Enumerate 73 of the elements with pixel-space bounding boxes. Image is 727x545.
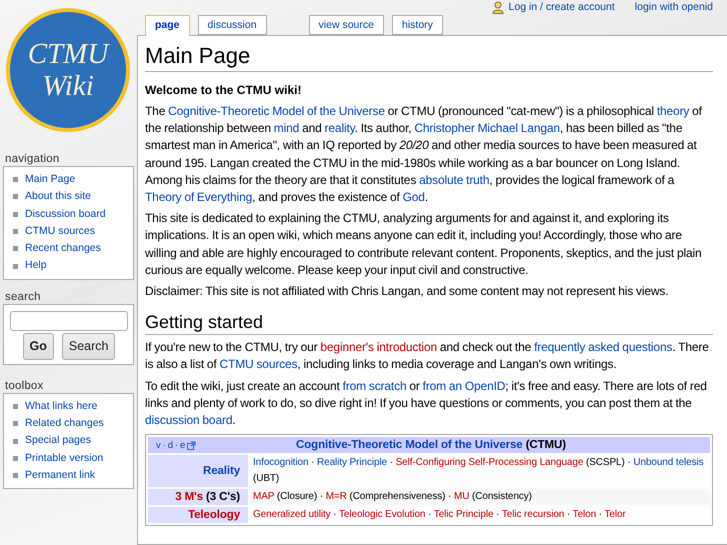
- link[interactable]: M=R: [326, 491, 347, 502]
- link[interactable]: from an OpenID: [422, 378, 506, 393]
- link[interactable]: MU: [454, 491, 470, 502]
- link[interactable]: Infocognition: [253, 457, 308, 468]
- welcome-text: Welcome to the CTMU wiki!: [145, 82, 302, 99]
- section-heading: Getting started: [145, 310, 713, 336]
- sidebar-link[interactable]: About this site: [13, 188, 133, 206]
- sidebar-link[interactable]: Recent changes: [13, 240, 133, 258]
- link[interactable]: reality: [324, 121, 355, 136]
- navbox-title: Cognitive-Theoretic Model of the Universe (CTMU): [295, 439, 567, 452]
- portlet-heading: navigation: [4, 152, 60, 166]
- link[interactable]: Telic recursion: [502, 509, 564, 520]
- link[interactable]: absolute truth: [419, 172, 490, 187]
- link[interactable]: beginner's introduction: [320, 340, 437, 354]
- go-button[interactable]: Go: [22, 332, 54, 360]
- link[interactable]: Generalized utility: [253, 509, 331, 520]
- portlet-heading: search: [4, 290, 42, 304]
- paragraph: To edit the wiki, just create an account from scratch or from an OpenID; it's free and easy. There are lots of red links and plenty of work to do, so dive right in! If you have questions or comments, you can post them at the discussion board.: [145, 378, 708, 430]
- link[interactable]: Reality Principle: [317, 457, 388, 468]
- paragraph: Disclaimer: This site is not affiliated with Chris Langan, and some content may not represent his views.: [145, 283, 670, 300]
- sidebar-link[interactable]: CTMU sources: [13, 222, 133, 240]
- sidebar-link[interactable]: Permanent link: [13, 466, 133, 484]
- link[interactable]: frequently asked questions: [534, 340, 672, 354]
- personal-link[interactable]: login with openid: [634, 1, 713, 13]
- personal-link[interactable]: Log in / create account: [492, 0, 615, 14]
- sidebar-link[interactable]: Help: [13, 257, 133, 275]
- link[interactable]: v: [156, 440, 161, 451]
- separator: ·: [162, 440, 166, 451]
- external-link-icon: [187, 440, 196, 450]
- link[interactable]: Telon: [572, 509, 596, 520]
- link[interactable]: Telor: [604, 509, 626, 520]
- link[interactable]: Cognitive-Theoretic Model of the Universe: [296, 439, 523, 452]
- sidebar-link[interactable]: Related changes: [13, 415, 133, 432]
- link[interactable]: Teleologic Evolution: [339, 509, 426, 520]
- link[interactable]: Telic Principle: [434, 509, 494, 520]
- link[interactable]: theory: [656, 104, 690, 118]
- row-label: (3 C's): [206, 491, 240, 504]
- portlet-heading: toolbox: [4, 378, 44, 393]
- paragraph: This site is dedicated to explaining the CTMU, analyzing arguments for and against it, and exploring its implications. It is an open wiki, which means anyone can edit it, including you! Accordingly, those who are willing and able are highly encouraged to contribute relevant content. Proponents, skeptics, and the just plain curious are equally welcome. Please keep your input civil and constructive.: [145, 210, 703, 279]
- sidebar-link[interactable]: Discussion board: [13, 206, 133, 223]
- wiki-logo[interactable]: CTMU Wiki: [6, 8, 130, 132]
- link[interactable]: Teleology: [188, 509, 240, 522]
- search-field[interactable]: [10, 310, 128, 331]
- tab[interactable]: page: [145, 15, 190, 36]
- sidebar-link[interactable]: Printable version: [13, 450, 133, 467]
- link[interactable]: Theory of Everything: [145, 190, 252, 204]
- user-icon: [492, 0, 504, 14]
- link[interactable]: discussion board: [145, 413, 232, 428]
- link[interactable]: CTMU sources: [220, 357, 298, 372]
- row-items: MAP (Closure) · M=R (Comprehensiveness) · MU (Consistency): [250, 489, 710, 506]
- link[interactable]: from scratch: [342, 378, 406, 393]
- link[interactable]: 3 M's: [175, 491, 203, 504]
- link[interactable]: d: [168, 440, 173, 451]
- page-title: Main Page: [145, 42, 713, 72]
- link[interactable]: Self-Configuring Self-Processing Language: [396, 457, 584, 468]
- search-button[interactable]: Search: [62, 332, 116, 360]
- link[interactable]: e: [180, 440, 186, 451]
- link[interactable]: Reality: [202, 465, 240, 478]
- separator: ·: [174, 440, 178, 451]
- link[interactable]: MAP: [253, 491, 274, 502]
- tab[interactable]: history: [392, 15, 443, 35]
- tab[interactable]: view source: [308, 15, 384, 35]
- link[interactable]: God: [402, 190, 425, 204]
- sidebar-link[interactable]: What links here: [13, 398, 133, 416]
- link[interactable]: mind: [274, 121, 300, 136]
- link[interactable]: Christopher Michael Langan: [414, 121, 560, 136]
- link[interactable]: Cognitive-Theoretic Model of the Universe: [168, 104, 385, 118]
- link[interactable]: Unbound telesis: [633, 457, 704, 468]
- sidebar-link[interactable]: Main Page: [13, 171, 133, 188]
- sidebar-link[interactable]: Special pages: [13, 432, 133, 450]
- paragraph: The Cognitive-Theoretic Model of the Universe or CTMU (pronounced "cat-mew") is a philosophical theory of the relationship between mind and reality. Its author, Christopher Michael Langan, has been billed as "the smartest man in America", with an IQ reported by 20/20 and other media sources to have been measured at around 195. Langan created the CTMU in the mid-1980s while working as a bar bouncer on Long Island. Among his claims for the theory are that it constitutes absolute truth, provides the logical framework of a Theory of Everything, and proves the existence of God.: [145, 103, 703, 206]
- paragraph: If you're new to the CTMU, try our beginner's introduction and check out the frequently asked questions. There is also a list of CTMU sources, including links to media coverage and Langan's own writings.: [145, 339, 710, 374]
- tab[interactable]: discussion: [198, 15, 267, 35]
